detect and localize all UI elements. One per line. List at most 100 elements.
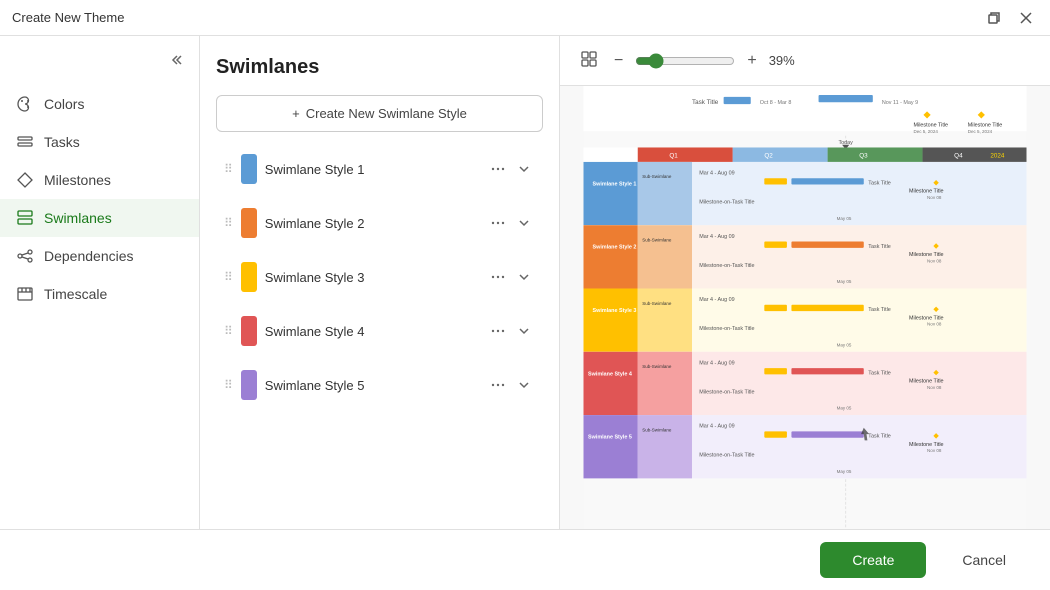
svg-text:May 05: May 05: [837, 216, 852, 221]
drag-handle[interactable]: ⠿: [224, 378, 233, 392]
style-name: Swimlane Style 3: [265, 270, 479, 285]
cancel-button[interactable]: Cancel: [938, 542, 1030, 578]
svg-text:Task Title: Task Title: [868, 181, 891, 187]
svg-text:Milestone-on-Task Title: Milestone-on-Task Title: [699, 200, 754, 206]
svg-text:Milestone-on-Task Title: Milestone-on-Task Title: [699, 389, 754, 395]
zoom-slider[interactable]: [635, 53, 735, 69]
svg-text:Swimlane Style 5: Swimlane Style 5: [588, 435, 632, 441]
sidebar-item-swimlanes[interactable]: Swimlanes: [0, 199, 199, 237]
svg-text:Dec 5, 2024: Dec 5, 2024: [913, 129, 938, 134]
more-options-button[interactable]: [487, 374, 509, 396]
preview-toolbar: − + 39%: [560, 36, 1050, 86]
chevron-down-icon: [517, 162, 531, 176]
create-swimlane-button[interactable]: + Create New Swimlane Style: [216, 95, 543, 132]
content-area: Swimlanes + Create New Swimlane Style ⠿ …: [200, 36, 1050, 529]
sidebar-item-dependencies[interactable]: Dependencies: [0, 237, 199, 275]
style-name: Swimlane Style 1: [265, 162, 479, 177]
footer: Create Cancel: [0, 529, 1050, 590]
svg-text:Sub-Swimlane: Sub-Swimlane: [642, 427, 672, 432]
style-actions: [487, 320, 535, 342]
drag-handle[interactable]: ⠿: [224, 216, 233, 230]
palette-icon: [16, 95, 34, 113]
svg-text:May 05: May 05: [837, 342, 852, 347]
svg-text:Milestone Title: Milestone Title: [909, 252, 944, 258]
collapse-button[interactable]: [167, 48, 191, 77]
drag-handle[interactable]: ⠿: [224, 270, 233, 284]
more-options-button[interactable]: [487, 266, 509, 288]
svg-text:Mar 4 - Aug 09: Mar 4 - Aug 09: [699, 424, 734, 430]
more-options-button[interactable]: [487, 320, 509, 342]
left-panel: Swimlanes + Create New Swimlane Style ⠿ …: [200, 36, 560, 529]
more-options-button[interactable]: [487, 158, 509, 180]
svg-text:Swimlane Style 3: Swimlane Style 3: [593, 308, 637, 314]
sidebar-item-timescale[interactable]: Timescale: [0, 275, 199, 313]
expand-button[interactable]: [513, 158, 535, 180]
expand-button[interactable]: [513, 266, 535, 288]
restore-icon: [987, 11, 1001, 25]
svg-text:Sub-Swimlane: Sub-Swimlane: [642, 301, 672, 306]
svg-text:Milestone-on-Task Title: Milestone-on-Task Title: [699, 263, 754, 269]
svg-text:Q4: Q4: [954, 152, 963, 159]
style-name: Swimlane Style 4: [265, 324, 479, 339]
style-actions: [487, 266, 535, 288]
more-options-button[interactable]: [487, 212, 509, 234]
expand-button[interactable]: [513, 374, 535, 396]
drag-handle[interactable]: ⠿: [224, 162, 233, 176]
right-panel: − + 39% Task Title Oct 8 - Ma: [560, 36, 1050, 529]
svg-text:Milestone-on-Task Title: Milestone-on-Task Title: [699, 453, 754, 459]
svg-text:Swimlane Style 2: Swimlane Style 2: [593, 245, 637, 251]
more-icon: [491, 378, 505, 392]
svg-text:Mar 4 - Aug 09: Mar 4 - Aug 09: [699, 297, 734, 303]
sidebar-label-tasks: Tasks: [44, 134, 80, 150]
restore-button[interactable]: [982, 6, 1006, 30]
zoom-out-button[interactable]: −: [610, 48, 627, 74]
color-swatch: [241, 154, 257, 184]
style-item: ⠿ Swimlane Style 3: [216, 252, 543, 302]
svg-text:May 05: May 05: [837, 406, 852, 411]
main-content: Colors Tasks Milestones Swimlanes: [0, 36, 1050, 529]
tasks-icon: [16, 133, 34, 151]
svg-text:2024: 2024: [990, 152, 1005, 159]
svg-text:Milestone Title: Milestone Title: [968, 123, 1003, 129]
style-list: ⠿ Swimlane Style 1 ⠿ Swimlane Style 2: [216, 144, 543, 410]
color-swatch: [241, 208, 257, 238]
svg-text:Milestone-on-Task Title: Milestone-on-Task Title: [699, 326, 754, 332]
style-item: ⠿ Swimlane Style 2: [216, 198, 543, 248]
window-title: Create New Theme: [12, 10, 124, 25]
drag-handle[interactable]: ⠿: [224, 324, 233, 338]
gantt-preview: Task Title Oct 8 - Mar 8 Nov 11 - May 9 …: [560, 86, 1050, 529]
svg-text:Q2: Q2: [764, 152, 773, 159]
sidebar-item-milestones[interactable]: Milestones: [0, 161, 199, 199]
dependencies-icon: [16, 247, 34, 265]
svg-text:Nov 11 - May 9: Nov 11 - May 9: [882, 100, 918, 106]
svg-text:Nov 08: Nov 08: [927, 448, 942, 453]
sidebar-item-colors[interactable]: Colors: [0, 85, 199, 123]
svg-text:Swimlane Style 1: Swimlane Style 1: [593, 181, 637, 187]
svg-text:Oct 8 - Mar 8: Oct 8 - Mar 8: [760, 100, 792, 106]
svg-text:Milestone Title: Milestone Title: [909, 442, 944, 448]
expand-button[interactable]: [513, 320, 535, 342]
svg-text:Nov 08: Nov 08: [927, 195, 942, 200]
close-icon: [1019, 11, 1033, 25]
zoom-label: 39%: [769, 53, 809, 68]
chevron-down-icon: [517, 324, 531, 338]
grid-toggle-button[interactable]: [576, 46, 602, 75]
sidebar-item-tasks[interactable]: Tasks: [0, 123, 199, 161]
svg-text:Mar 4 - Aug 09: Mar 4 - Aug 09: [699, 171, 734, 177]
create-button[interactable]: Create: [820, 542, 926, 578]
style-actions: [487, 374, 535, 396]
sidebar-label-milestones: Milestones: [44, 172, 111, 188]
close-button[interactable]: [1014, 6, 1038, 30]
color-swatch: [241, 316, 257, 346]
style-actions: [487, 212, 535, 234]
collapse-icon: [171, 52, 187, 68]
color-swatch: [241, 262, 257, 292]
svg-text:Task Title: Task Title: [868, 434, 891, 440]
style-item: ⠿ Swimlane Style 1: [216, 144, 543, 194]
zoom-in-button[interactable]: +: [743, 48, 760, 74]
svg-text:Task Title: Task Title: [692, 99, 719, 106]
expand-button[interactable]: [513, 212, 535, 234]
titlebar: Create New Theme: [0, 0, 1050, 36]
sidebar-label-timescale: Timescale: [44, 286, 107, 302]
svg-text:Mar 4 - Aug 09: Mar 4 - Aug 09: [699, 360, 734, 366]
